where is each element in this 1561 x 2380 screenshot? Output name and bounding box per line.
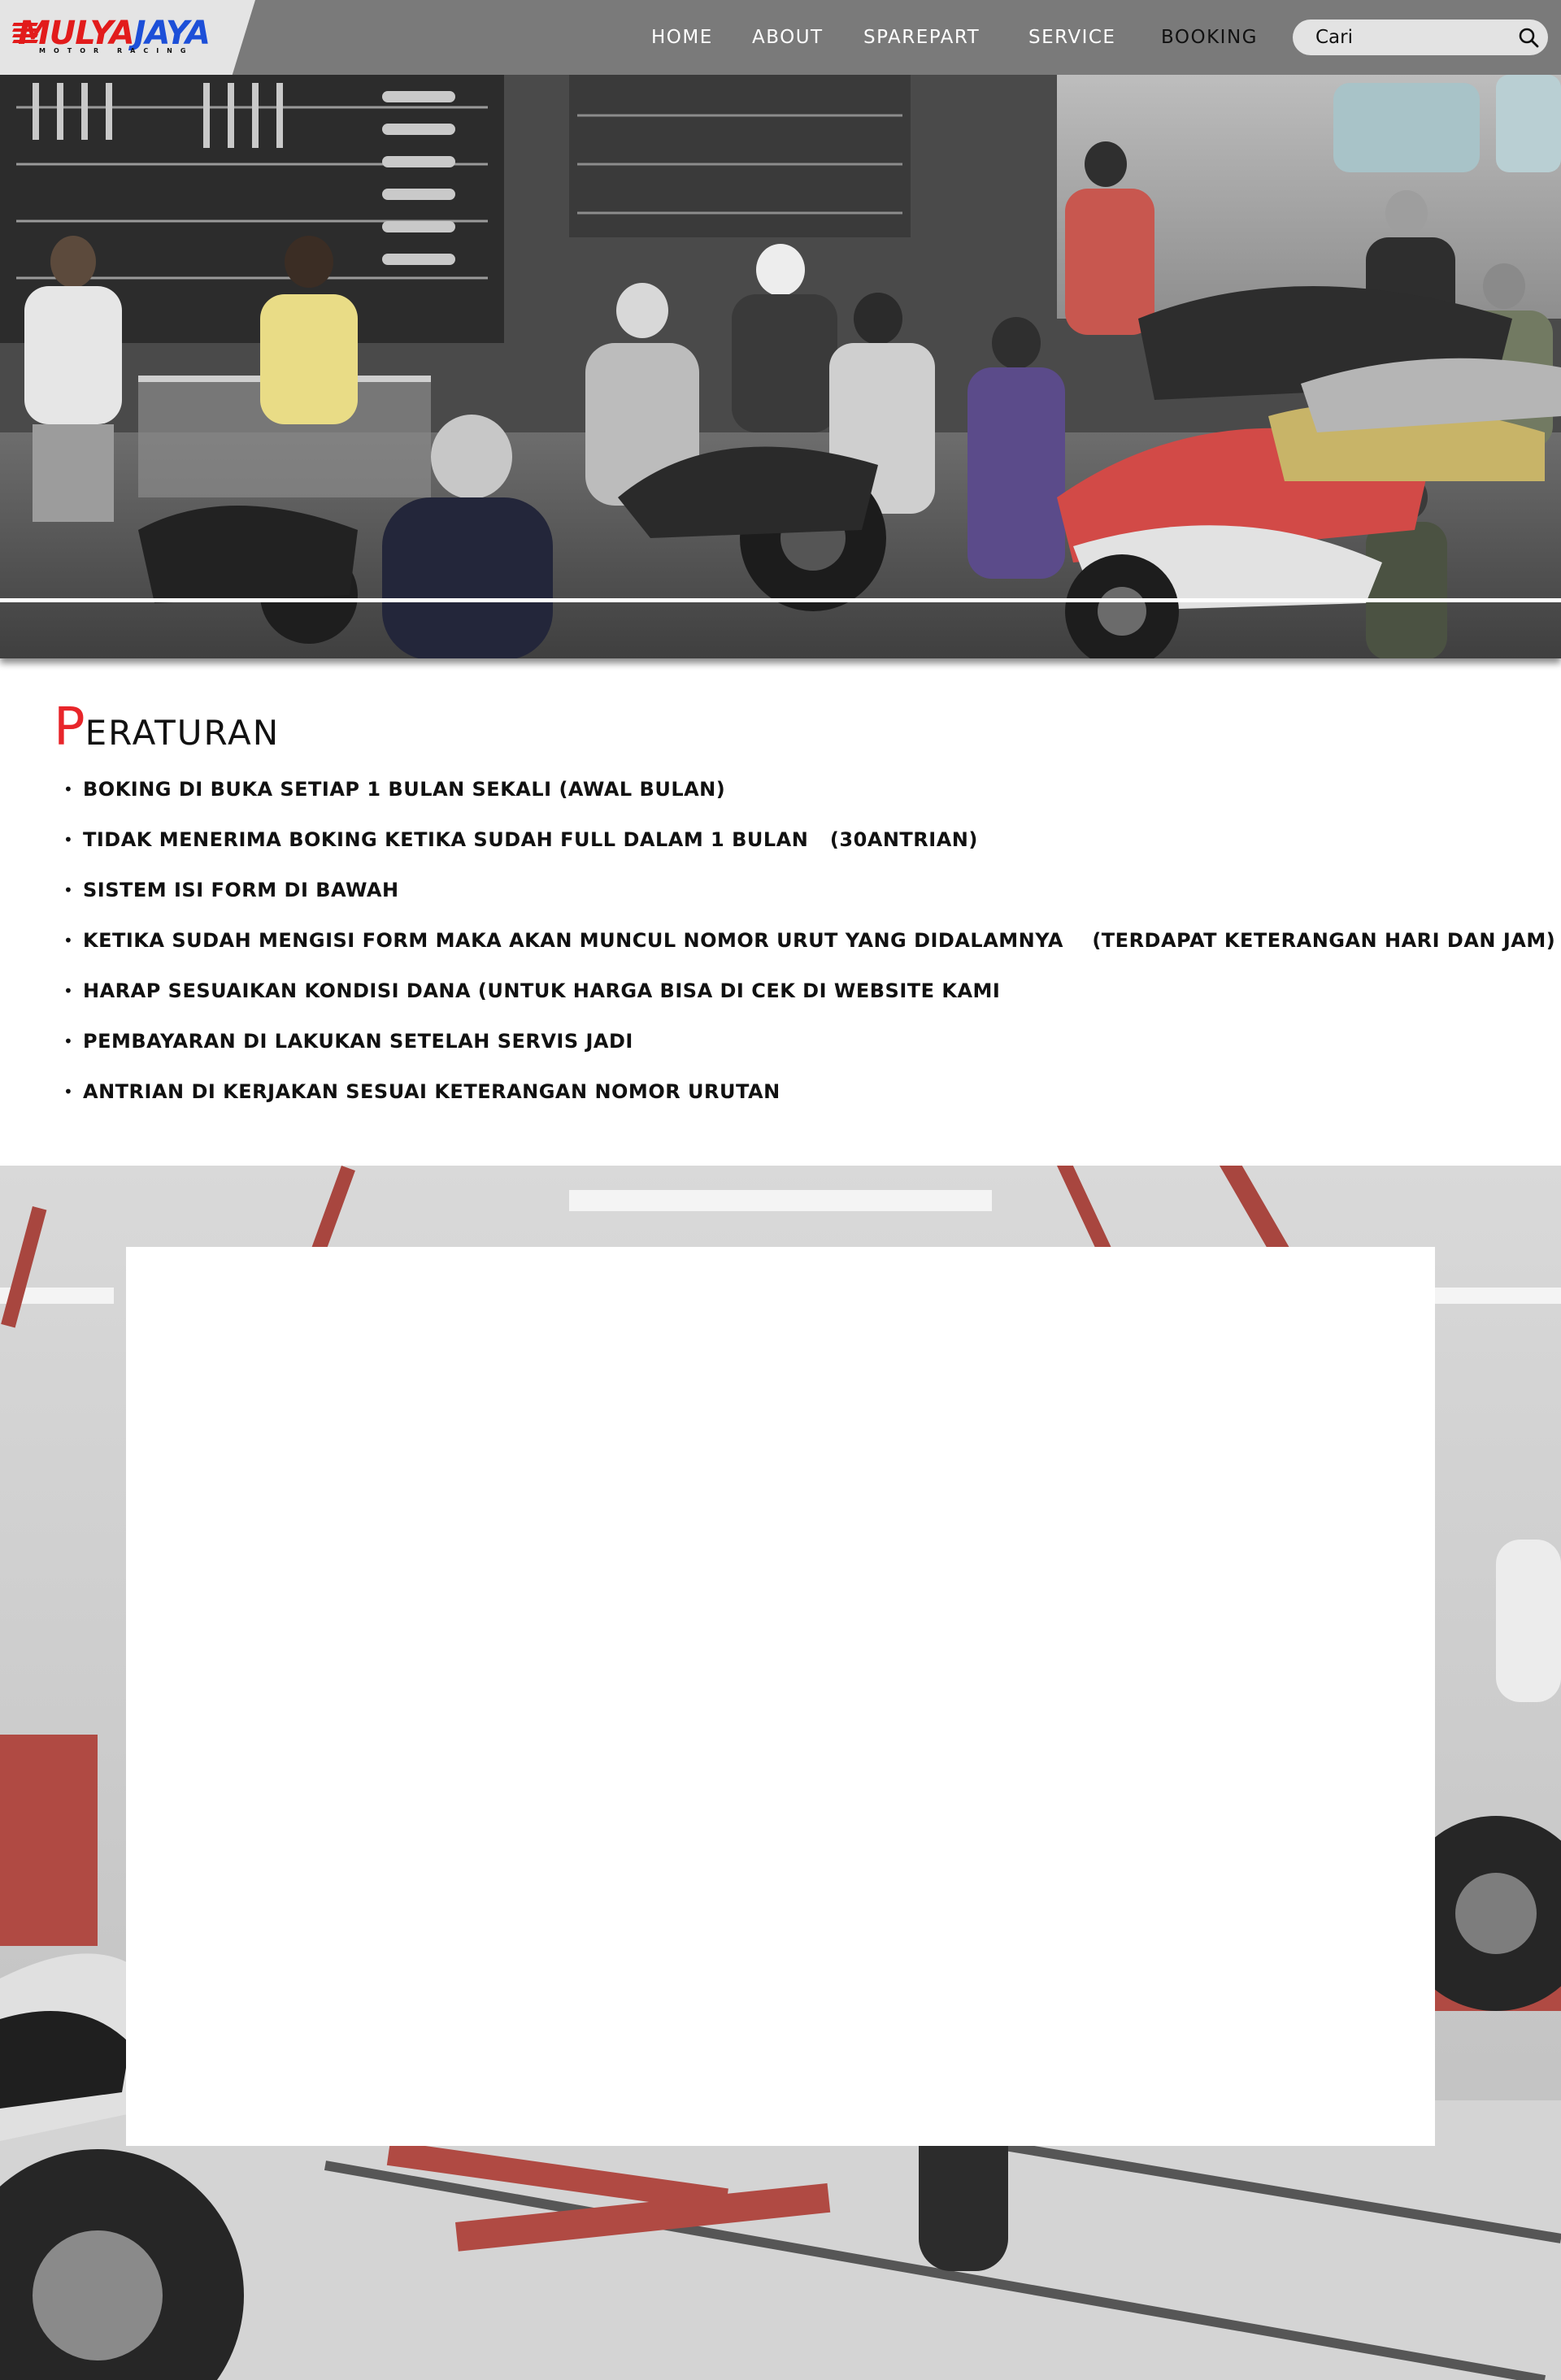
booking-section — [0, 1166, 1561, 2380]
bullet-icon: • — [63, 780, 74, 799]
nav-booking[interactable]: BOOKING — [1161, 0, 1258, 75]
rules-list: • BOKING DI BUKA SETIAP 1 BULAN SEKALI (A… — [63, 777, 1555, 1130]
rule-text: PEMBAYARAN DI LAKUKAN SETELAH SERVIS JAD… — [83, 1030, 633, 1053]
rule-text: BOKING DI BUKA SETIAP 1 BULAN SEKALI (AW… — [83, 778, 726, 801]
bullet-icon: • — [63, 1031, 74, 1051]
site-header: MULYAJAYA MOTOR RACING HOME ABOUT SPAREP… — [0, 0, 1561, 75]
nav-home[interactable]: HOME — [651, 0, 713, 75]
rule-text: KETIKA SUDAH MENGISI FORM MAKA AKAN MUNC… — [83, 929, 1556, 952]
hero-divider-line — [0, 598, 1561, 602]
rule-text: ANTRIAN DI KERJAKAN SESUAI KETERANGAN NO… — [83, 1080, 780, 1103]
rule-item: • PEMBAYARAN DI LAKUKAN SETELAH SERVIS JA… — [63, 1029, 1555, 1079]
hero-shop-photo — [0, 75, 1561, 658]
search-input[interactable] — [1315, 20, 1502, 55]
booking-form-panel[interactable] — [126, 1247, 1435, 2146]
rule-text: TIDAK MENERIMA BOKING KETIKA SUDAH FULL … — [83, 828, 978, 851]
rule-text: SISTEM ISI FORM DI BAWAH — [83, 879, 399, 901]
rules-title: PERATURAN — [54, 699, 280, 756]
bullet-icon: • — [63, 880, 74, 900]
rule-item: • BOKING DI BUKA SETIAP 1 BULAN SEKALI (A… — [63, 777, 1555, 827]
bullet-icon: • — [63, 981, 74, 1001]
rules-section: PERATURAN • BOKING DI BUKA SETIAP 1 BULAN… — [0, 658, 1561, 1166]
logo-subtitle: MOTOR RACING — [39, 47, 194, 54]
search-icon[interactable] — [1517, 26, 1540, 49]
logo[interactable]: MULYAJAYA MOTOR RACING — [0, 0, 255, 75]
rules-title-initial: P — [54, 697, 85, 758]
rule-text: HARAP SESUAIKAN KONDISI DANA (UNTUK HARG… — [83, 979, 1001, 1002]
nav-sparepart[interactable]: SPAREPART — [863, 0, 980, 75]
search-box — [1293, 20, 1548, 55]
nav-service[interactable]: SERVICE — [1028, 0, 1115, 75]
bullet-icon: • — [63, 931, 74, 950]
bullet-icon: • — [63, 830, 74, 849]
hero-banner — [0, 75, 1561, 658]
bullet-icon: • — [63, 1082, 74, 1101]
rule-item: • KETIKA SUDAH MENGISI FORM MAKA AKAN MUN… — [63, 928, 1555, 979]
rule-item: • TIDAK MENERIMA BOKING KETIKA SUDAH FULL… — [63, 827, 1555, 878]
rule-item: • HARAP SESUAIKAN KONDISI DANA (UNTUK HAR… — [63, 979, 1555, 1029]
nav-about[interactable]: ABOUT — [752, 0, 824, 75]
rule-item: • SISTEM ISI FORM DI BAWAH — [63, 878, 1555, 928]
rules-title-rest: ERATURAN — [85, 713, 280, 753]
rule-item: • ANTRIAN DI KERJAKAN SESUAI KETERANGAN N… — [63, 1079, 1555, 1130]
